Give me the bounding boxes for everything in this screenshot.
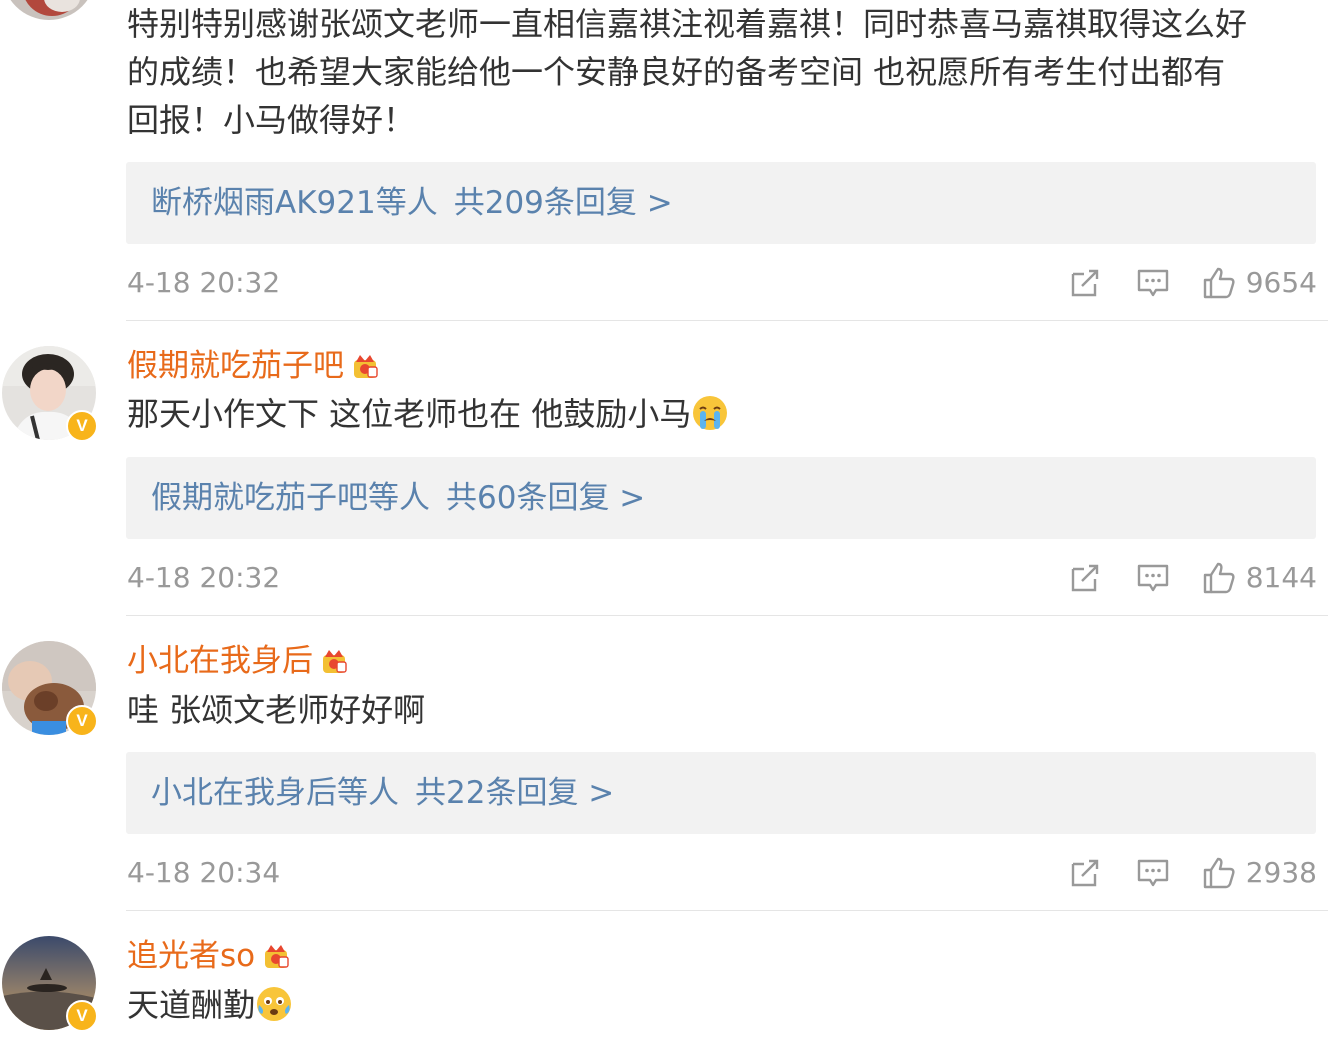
reply-summary[interactable]: 小北在我身后等人 共22条回复 > xyxy=(126,752,1316,834)
comment-text: 哇 张颂文老师好好啊 xyxy=(127,686,1314,734)
divider xyxy=(126,615,1328,616)
verified-badge: V xyxy=(66,410,98,442)
comment-feed: 特别特别感谢张颂文老师一直相信嘉祺注视着嘉祺！同时恭喜马嘉祺取得这么好 的成绩！… xyxy=(0,0,1328,1042)
crown-icon xyxy=(323,650,347,673)
comment-text-body: 那天小作文下 这位老师也在 他鼓励小马 xyxy=(127,395,692,433)
comment-text-line: 特别特别感谢张颂文老师一直相信嘉祺注视着嘉祺！同时恭喜马嘉祺取得这么好 xyxy=(127,5,1248,43)
crown-icon xyxy=(354,355,378,378)
reply-count-link[interactable]: 共60条回复 > xyxy=(446,480,645,516)
like-count: 2938 xyxy=(1245,856,1317,889)
reply-users[interactable]: 断桥烟雨AK921等人 xyxy=(151,185,438,221)
comment-text-line: 的成绩！也希望大家能给他一个安静良好的备考空间 也祝愿所有考生付出都有 xyxy=(127,53,1226,91)
share-icon[interactable] xyxy=(1068,856,1102,890)
like-count: 9654 xyxy=(1245,266,1317,299)
timestamp: 4-18 20:32 xyxy=(127,266,281,299)
comment-meta: 4-18 20:34 2938 xyxy=(127,851,1317,895)
reply-users[interactable]: 假期就吃茄子吧等人 xyxy=(151,480,430,516)
comment-text-body: 天道酬勤 xyxy=(127,986,256,1024)
divider xyxy=(126,910,1328,911)
timestamp: 4-18 20:32 xyxy=(127,561,281,594)
avatar[interactable]: V xyxy=(2,936,98,1032)
username-row: 小北在我身后 xyxy=(127,641,349,681)
thumbs-up-icon[interactable] xyxy=(1202,856,1236,890)
comment-text: 天道酬勤 xyxy=(127,981,1314,1029)
comment-actions: 2938 xyxy=(1068,851,1317,895)
share-icon[interactable] xyxy=(1068,266,1102,300)
timestamp: 4-18 20:34 xyxy=(127,856,281,889)
crying-face-emoji xyxy=(693,396,728,430)
reply-summary[interactable]: 断桥烟雨AK921等人 共209条回复 > xyxy=(126,162,1316,244)
verified-badge: V xyxy=(66,705,98,737)
comment-actions: 9654 xyxy=(1068,261,1317,305)
avatar[interactable]: V xyxy=(2,641,98,737)
crown-icon xyxy=(265,945,289,968)
reply-users[interactable]: 小北在我身后等人 xyxy=(151,775,399,811)
share-icon[interactable] xyxy=(1068,561,1102,595)
comment-icon[interactable] xyxy=(1136,266,1170,300)
avatar[interactable] xyxy=(2,0,96,20)
comment-text: 特别特别感谢张颂文老师一直相信嘉祺注视着嘉祺！同时恭喜马嘉祺取得这么好 的成绩！… xyxy=(127,0,1314,144)
comment-text-line: 回报！小马做得好！ xyxy=(127,101,416,139)
username-row: 假期就吃茄子吧 xyxy=(127,346,380,386)
username-row: 追光者so xyxy=(127,936,291,976)
username[interactable]: 小北在我身后 xyxy=(127,641,313,681)
comment-text: 那天小作文下 这位老师也在 他鼓励小马 xyxy=(127,390,1314,438)
comment-icon[interactable] xyxy=(1136,856,1170,890)
comment-actions: 8144 xyxy=(1068,556,1317,600)
comment-meta: 4-18 20:32 9654 xyxy=(127,261,1317,305)
avatar[interactable]: V xyxy=(2,346,98,442)
thumbs-up-icon[interactable] xyxy=(1202,561,1236,595)
username[interactable]: 追光者so xyxy=(127,936,255,976)
comment-icon[interactable] xyxy=(1136,561,1170,595)
reply-summary[interactable]: 假期就吃茄子吧等人 共60条回复 > xyxy=(126,457,1316,539)
divider xyxy=(126,320,1328,321)
tearful-face-emoji xyxy=(257,987,292,1021)
username[interactable]: 假期就吃茄子吧 xyxy=(127,346,344,386)
like-count: 8144 xyxy=(1245,561,1317,594)
comment-text-body: 哇 张颂文老师好好啊 xyxy=(127,691,426,729)
reply-count-link[interactable]: 共22条回复 > xyxy=(415,775,614,811)
comment-meta: 4-18 20:32 8144 xyxy=(127,556,1317,600)
thumbs-up-icon[interactable] xyxy=(1202,266,1236,300)
verified-badge: V xyxy=(66,1000,98,1032)
reply-count-link[interactable]: 共209条回复 > xyxy=(454,185,673,221)
